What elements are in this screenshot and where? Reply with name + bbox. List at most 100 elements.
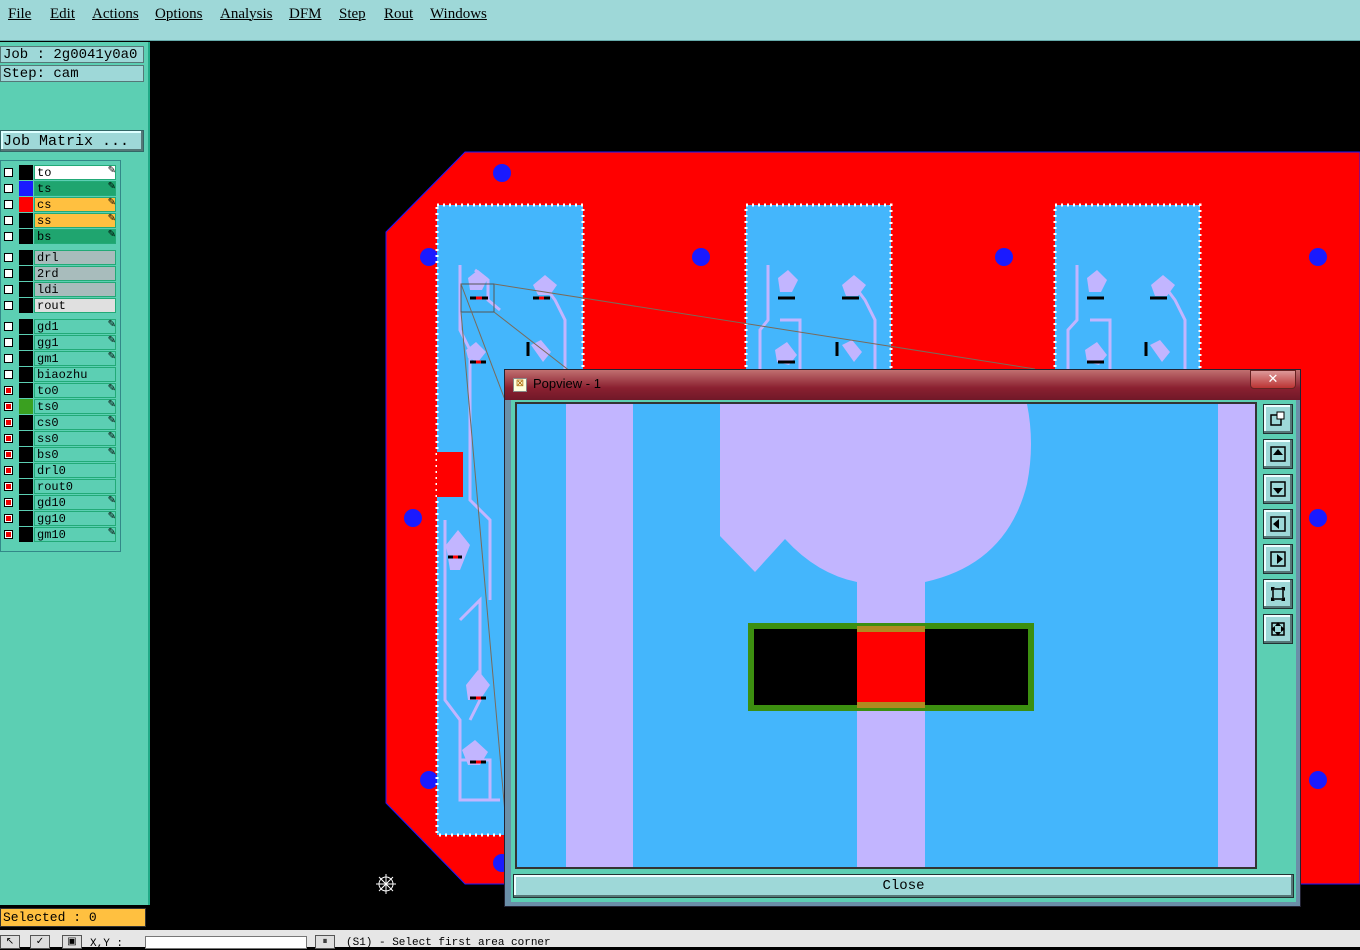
layer-checkbox[interactable] <box>4 498 13 507</box>
layer-row-to[interactable]: to ✎ <box>1 165 119 180</box>
layer-name[interactable]: 2rd <box>34 266 116 281</box>
layer-row-ldi[interactable]: ldi <box>1 282 119 297</box>
layer-checkbox[interactable] <box>4 370 13 379</box>
layer-color-swatch[interactable] <box>19 319 33 334</box>
layer-color-swatch[interactable] <box>19 181 33 196</box>
layer-checkbox[interactable] <box>4 301 13 310</box>
layer-checkbox[interactable] <box>4 482 13 491</box>
layer-name[interactable]: ss <box>34 213 116 228</box>
layer-name[interactable]: gm1 <box>34 351 116 366</box>
zoom-icon-button[interactable] <box>1263 404 1293 434</box>
layer-color-swatch[interactable] <box>19 213 33 228</box>
zoom-home-button[interactable] <box>1263 614 1293 644</box>
layer-checkbox[interactable] <box>4 269 13 278</box>
menu-options[interactable]: Options <box>155 6 203 23</box>
layer-row-gg10[interactable]: gg10 ✎ <box>1 511 119 526</box>
layer-color-swatch[interactable] <box>19 266 33 281</box>
layer-checkbox[interactable] <box>4 253 13 262</box>
layer-color-swatch[interactable] <box>19 479 33 494</box>
layer-name[interactable]: gg1 <box>34 335 116 350</box>
layer-name[interactable]: gg10 <box>34 511 116 526</box>
menu-dfm[interactable]: DFM <box>289 6 322 23</box>
menu-rout[interactable]: Rout <box>384 6 413 23</box>
layer-color-swatch[interactable] <box>19 463 33 478</box>
popview-titlebar[interactable]: ⊠ Popview - 1 ✕ <box>505 370 1300 400</box>
layer-checkbox[interactable] <box>4 232 13 241</box>
layer-color-swatch[interactable] <box>19 282 33 297</box>
layer-color-swatch[interactable] <box>19 383 33 398</box>
layer-checkbox[interactable] <box>4 338 13 347</box>
layer-color-swatch[interactable] <box>19 367 33 382</box>
layer-checkbox[interactable] <box>4 216 13 225</box>
layer-checkbox[interactable] <box>4 322 13 331</box>
menu-step[interactable]: Step <box>339 6 366 23</box>
menu-actions[interactable]: Actions <box>92 6 139 23</box>
layer-color-swatch[interactable] <box>19 415 33 430</box>
layer-name[interactable]: gd10 <box>34 495 116 510</box>
layer-name[interactable]: bs0 <box>34 447 116 462</box>
layer-color-swatch[interactable] <box>19 165 33 180</box>
layer-name[interactable]: ss0 <box>34 431 116 446</box>
layer-checkbox[interactable] <box>4 285 13 294</box>
layer-name[interactable]: cs0 <box>34 415 116 430</box>
layer-row-cs0[interactable]: cs0 ✎ <box>1 415 119 430</box>
layer-checkbox[interactable] <box>4 466 13 475</box>
layer-row-cs[interactable]: cs ✎ <box>1 197 119 212</box>
layer-checkbox[interactable] <box>4 354 13 363</box>
layer-row-biaozhu[interactable]: biaozhu <box>1 367 119 382</box>
layer-name[interactable]: to <box>34 165 116 180</box>
layer-color-swatch[interactable] <box>19 495 33 510</box>
layer-row-to0[interactable]: to0 ✎ <box>1 383 119 398</box>
layer-color-swatch[interactable] <box>19 447 33 462</box>
layer-row-rout0[interactable]: rout0 <box>1 479 119 494</box>
layer-color-swatch[interactable] <box>19 335 33 350</box>
layer-checkbox[interactable] <box>4 386 13 395</box>
menu-edit[interactable]: Edit <box>50 6 75 23</box>
layer-row-ts[interactable]: ts ✎ <box>1 181 119 196</box>
layer-checkbox[interactable] <box>4 402 13 411</box>
layer-row-drl0[interactable]: drl0 <box>1 463 119 478</box>
layer-row-gg1[interactable]: gg1 ✎ <box>1 335 119 350</box>
layer-color-swatch[interactable] <box>19 298 33 313</box>
layer-row-drl[interactable]: drl <box>1 250 119 265</box>
layer-name[interactable]: ts0 <box>34 399 116 414</box>
layer-checkbox[interactable] <box>4 200 13 209</box>
layer-row-gd1[interactable]: gd1 ✎ <box>1 319 119 334</box>
layer-checkbox[interactable] <box>4 530 13 539</box>
layer-color-swatch[interactable] <box>19 351 33 366</box>
layer-row-bs0[interactable]: bs0 ✎ <box>1 447 119 462</box>
layer-color-swatch[interactable] <box>19 511 33 526</box>
layer-checkbox[interactable] <box>4 418 13 427</box>
layer-name[interactable]: drl <box>34 250 116 265</box>
layer-name[interactable]: to0 <box>34 383 116 398</box>
zoom-fit-button[interactable] <box>1263 579 1293 609</box>
layer-name[interactable]: biaozhu <box>34 367 116 382</box>
pan-right-button[interactable] <box>1263 544 1293 574</box>
pan-down-button[interactable] <box>1263 474 1293 504</box>
layer-name[interactable]: bs <box>34 229 116 244</box>
layer-row-ss[interactable]: ss ✎ <box>1 213 119 228</box>
layer-color-swatch[interactable] <box>19 250 33 265</box>
layer-name[interactable]: gm10 <box>34 527 116 542</box>
coordinate-field[interactable] <box>145 936 307 949</box>
layer-checkbox[interactable] <box>4 168 13 177</box>
layer-color-swatch[interactable] <box>19 197 33 212</box>
layer-row-gd10[interactable]: gd10 ✎ <box>1 495 119 510</box>
layer-row-gm10[interactable]: gm10 ✎ <box>1 527 119 542</box>
close-window-button[interactable]: ✕ <box>1250 370 1296 389</box>
layer-row-ts0[interactable]: ts0 ✎ <box>1 399 119 414</box>
menu-windows[interactable]: Windows <box>430 6 487 23</box>
layer-checkbox[interactable] <box>4 450 13 459</box>
layer-row-2rd[interactable]: 2rd <box>1 266 119 281</box>
layer-row-bs[interactable]: bs ✎ <box>1 229 119 244</box>
layer-checkbox[interactable] <box>4 184 13 193</box>
layer-color-swatch[interactable] <box>19 431 33 446</box>
layer-name[interactable]: cs <box>34 197 116 212</box>
menu-file[interactable]: File <box>8 6 31 23</box>
layer-name[interactable]: gd1 <box>34 319 116 334</box>
layer-color-swatch[interactable] <box>19 229 33 244</box>
layer-row-ss0[interactable]: ss0 ✎ <box>1 431 119 446</box>
layer-name[interactable]: rout0 <box>34 479 116 494</box>
layer-color-swatch[interactable] <box>19 399 33 414</box>
layer-name[interactable]: drl0 <box>34 463 116 478</box>
